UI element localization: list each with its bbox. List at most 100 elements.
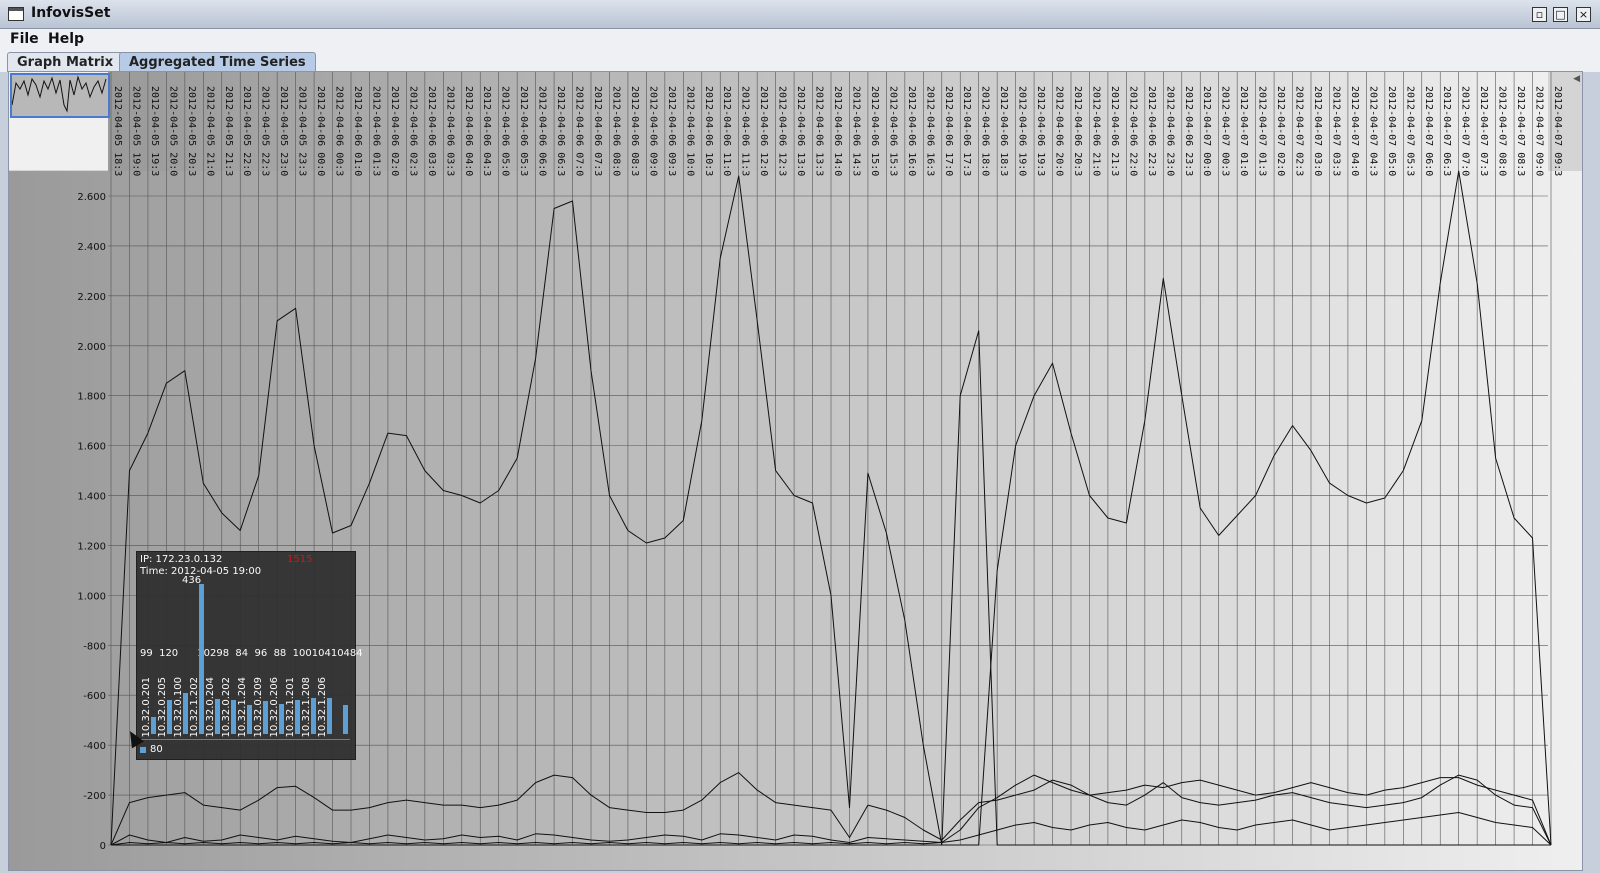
x-tick-label: 2012-04-06 05:3 [518,86,529,176]
x-tick-label: 2012-04-06 16:3 [924,86,935,176]
x-tick-label: 2012-04-07 07:0 [1460,86,1471,176]
minimize-icon[interactable]: ▫ [1532,7,1547,22]
tooltip-bar-label: 10.32.1.204 [237,677,248,738]
tooltip-ip: IP: 172.23.0.132 [140,554,223,565]
x-tick-label: 2012-04-07 02:3 [1294,86,1305,176]
y-tick-label: 2.200 [77,292,106,303]
overview-thumbnail[interactable] [10,73,110,118]
x-tick-label: 2012-04-06 15:3 [887,86,898,176]
tooltip-bar-label: 10.32.0.204 [205,677,216,738]
y-tick-label: 0 [100,841,106,852]
tooltip-bar-label: 10.32.0.201 [141,677,152,738]
x-tick-label: 2012-04-06 22:3 [1146,86,1157,176]
tooltip-highlight-value: 1515 [287,554,313,565]
y-tick-label: -400 [83,741,106,752]
x-tick-label: 2012-04-07 05:3 [1404,86,1415,176]
x-tick-label: 2012-04-06 03:0 [426,86,437,176]
x-tick-label: 2012-04-07 03:3 [1330,86,1341,176]
y-tick-label: 2.400 [77,242,106,253]
x-tick-label: 2012-04-07 05:0 [1386,86,1397,176]
x-tick-label: 2012-04-06 16:0 [906,86,917,176]
x-tick-label: 2012-04-06 00:0 [315,86,326,176]
tab-strip: Graph Matrix Aggregated Time Series [0,50,1600,72]
y-tick-label: 2.600 [77,192,106,203]
x-tick-label: 2012-04-07 00:0 [1201,86,1212,176]
x-tick-label: 2012-04-06 11:0 [721,86,732,176]
tooltip-bar [343,705,348,734]
close-icon[interactable]: × [1576,7,1591,22]
x-tick-label: 2012-04-07 01:3 [1257,86,1268,176]
x-tick-label: 2012-04-05 21:0 [204,86,215,176]
x-tick-label: 2012-04-06 06:3 [555,86,566,176]
tooltip-values-row: 99 120 10298 84 96 88 10010410484 [140,648,363,659]
x-tick-label: 2012-04-05 23:0 [278,86,289,176]
tooltip-legend-swatch [140,747,146,753]
y-tick-label: -800 [83,641,106,652]
x-tick-label: 2012-04-06 09:3 [666,86,677,176]
tooltip-bar-label: 10.32.1.202 [189,677,200,738]
x-tick-label: 2012-04-07 06:0 [1423,86,1434,176]
x-tick-label: 2012-04-07 09:0 [1534,86,1545,176]
tooltip-bar-label: 10.32.0.202 [221,677,232,738]
x-tick-label: 2012-04-06 15:0 [869,86,880,176]
tooltip-bar-label: 10.32.1.206 [317,677,328,738]
x-tick-label: 2012-04-06 06:0 [537,86,548,176]
tooltip-bar-label: 10.32.0.205 [157,677,168,738]
y-tick-label: -200 [83,791,106,802]
ip-tooltip: IP: 172.23.0.132 1515 Time: 2012-04-05 1… [136,551,363,760]
maximize-icon[interactable]: □ [1553,7,1568,22]
scroll-up-arrow-icon[interactable]: ◀ [1573,74,1580,84]
x-tick-label: 2012-04-06 19:0 [1017,86,1028,176]
tab-graph-matrix[interactable]: Graph Matrix [7,52,124,72]
tab-aggregated-time-series[interactable]: Aggregated Time Series [119,52,316,72]
x-tick-label: 2012-04-06 07:3 [592,86,603,176]
title-bar: InfovisSet ▫ □ × [0,0,1600,29]
x-tick-label: 2012-04-05 19:3 [149,86,160,176]
x-tick-label: 2012-04-07 02:0 [1275,86,1286,176]
x-tick-label: 2012-04-05 21:3 [223,86,234,176]
x-tick-label: 2012-04-07 04:0 [1349,86,1360,176]
window-title: InfovisSet [31,5,111,21]
x-tick-label: 2012-04-06 17:3 [961,86,972,176]
menu-help[interactable]: Help [48,31,84,47]
x-tick-label: 2012-04-06 14:3 [850,86,861,176]
x-tick-label: 2012-04-06 14:0 [832,86,843,176]
menu-file[interactable]: File [10,31,39,47]
x-tick-label: 2012-04-06 00:3 [334,86,345,176]
x-tick-label: 2012-04-05 23:3 [297,86,308,176]
x-tick-label: 2012-04-06 10:3 [703,86,714,176]
x-tick-label: 2012-04-05 19:0 [130,86,141,176]
x-tick-label: 2012-04-05 22:0 [241,86,252,176]
x-tick-label: 2012-04-05 20:3 [186,86,197,176]
x-tick-label: 2012-04-06 09:0 [647,86,658,176]
x-tick-label: 2012-04-06 13:3 [814,86,825,176]
tooltip-bar-label: 10.32.0.100 [173,677,184,738]
x-tick-label: 2012-04-06 12:3 [777,86,788,176]
x-tick-label: 2012-04-06 05:0 [500,86,511,176]
x-tick-label: 2012-04-06 12:0 [758,86,769,176]
x-tick-label: 2012-04-06 08:3 [629,86,640,176]
x-tick-label: 2012-04-07 00:3 [1220,86,1231,176]
x-tick-label: 2012-04-06 18:0 [980,86,991,176]
app-window-icon [8,7,24,21]
menu-bar: File Help [0,29,1600,51]
y-tick-label: 1.200 [77,541,106,552]
x-tick-label: 2012-04-05 22:3 [260,86,271,176]
x-tick-label: 2012-04-06 21:0 [1090,86,1101,176]
x-tick-label: 2012-04-07 07:3 [1478,86,1489,176]
y-tick-label: 1.000 [77,591,106,602]
x-tick-label: 2012-04-05 20:0 [167,86,178,176]
x-tick-label: 2012-04-06 04:0 [463,86,474,176]
x-tick-label: 2012-04-06 23:3 [1183,86,1194,176]
tooltip-legend-label: 80 [150,744,163,755]
tooltip-bar-label: 10.32.1.201 [285,677,296,738]
y-tick-label: 1.600 [77,442,106,453]
tooltip-axis [140,739,350,740]
x-tick-label: 2012-04-07 08:0 [1497,86,1508,176]
tooltip-bar-label: 10.32.1.208 [301,677,312,738]
x-tick-label: 2012-04-06 10:0 [684,86,695,176]
x-tick-label: 2012-04-07 03:0 [1312,86,1323,176]
x-tick-label: 2012-04-06 02:0 [389,86,400,176]
x-tick-label: 2012-04-06 19:3 [1035,86,1046,176]
x-tick-label: 2012-04-06 23:0 [1164,86,1175,176]
